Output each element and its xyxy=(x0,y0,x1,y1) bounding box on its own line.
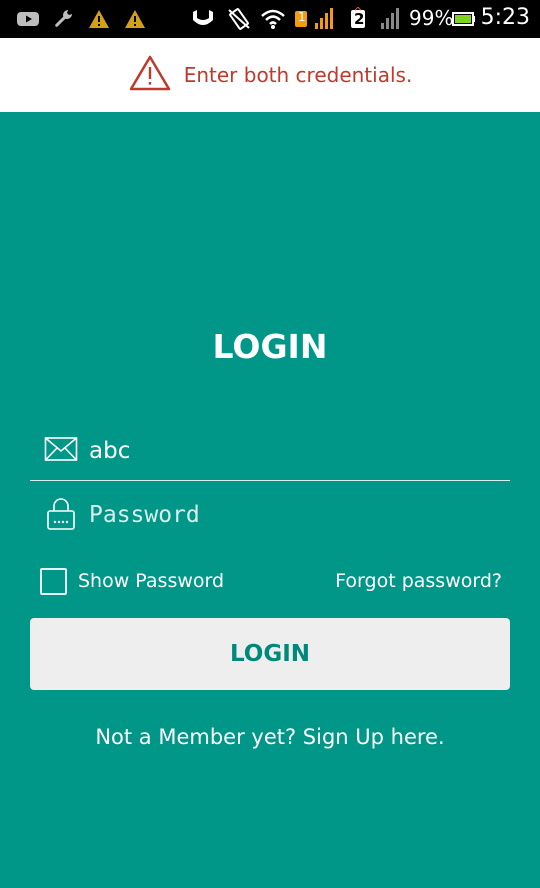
signup-link[interactable]: Not a Member yet? Sign Up here. xyxy=(0,725,540,749)
clock: 5:23 xyxy=(480,5,530,30)
vibrate-icon xyxy=(190,7,216,31)
password-field xyxy=(30,485,510,545)
envelope-icon xyxy=(44,435,78,468)
wrench-icon xyxy=(52,7,76,31)
wifi-icon xyxy=(259,7,287,31)
login-button[interactable]: LOGIN xyxy=(30,618,510,690)
warning-icon xyxy=(123,7,147,31)
sim2-badge: 2 xyxy=(354,10,365,28)
page-title: LOGIN xyxy=(212,327,328,366)
show-password-checkbox[interactable] xyxy=(40,568,67,595)
error-banner: Enter both credentials. xyxy=(0,38,540,112)
ringer-icon xyxy=(226,7,252,31)
error-message: Enter both credentials. xyxy=(183,63,413,87)
battery-percent: 99% xyxy=(409,6,454,30)
warning-icon xyxy=(87,7,111,31)
password-input[interactable] xyxy=(89,495,489,535)
battery-icon xyxy=(452,7,476,31)
lock-icon xyxy=(46,497,76,536)
sim2-signal-icon: × 2 xyxy=(351,7,403,31)
show-password-label[interactable]: Show Password xyxy=(78,570,224,592)
youtube-icon xyxy=(16,7,40,31)
sim1-badge: 1 xyxy=(298,10,306,24)
status-bar: 1 × 2 99% 5:23 xyxy=(0,0,540,38)
email-field xyxy=(30,421,510,481)
forgot-password-link[interactable]: Forgot password? xyxy=(335,570,502,592)
sim1-signal-icon: 1 xyxy=(295,7,333,31)
email-input[interactable] xyxy=(89,431,489,471)
warning-triangle-icon xyxy=(128,54,172,97)
